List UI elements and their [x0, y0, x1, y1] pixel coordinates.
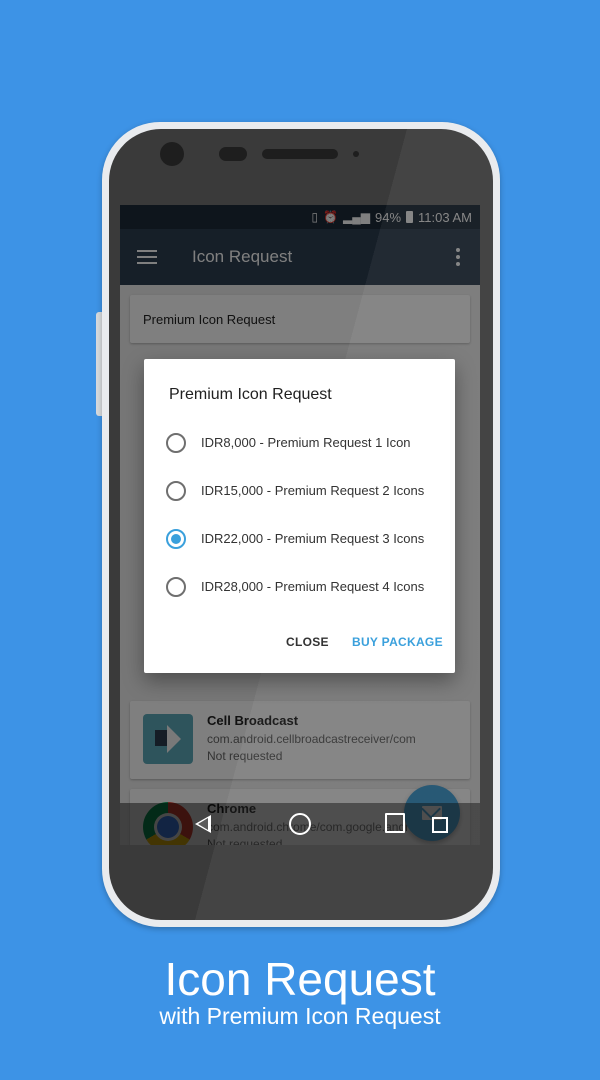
front-camera	[160, 142, 184, 166]
sensor	[219, 147, 247, 161]
option-label: IDR28,000 - Premium Request 4 Icons	[201, 579, 425, 594]
recent-apps-icon[interactable]	[385, 813, 405, 833]
close-button[interactable]: CLOSE	[286, 635, 329, 649]
radio-button[interactable]	[166, 577, 186, 597]
home-icon[interactable]	[289, 813, 311, 835]
navigation-bar	[120, 803, 480, 845]
dialog-title: Premium Icon Request	[169, 386, 332, 403]
premium-request-dialog: Premium Icon Request IDR8,000 - Premium …	[144, 359, 455, 673]
menu-square-icon[interactable]	[432, 817, 448, 833]
proximity-sensor	[353, 151, 359, 157]
option-label: IDR22,000 - Premium Request 3 Icons	[201, 531, 425, 546]
radio-button[interactable]	[166, 481, 186, 501]
caption-subtitle: with Premium Icon Request	[159, 1003, 441, 1029]
option-label: IDR15,000 - Premium Request 2 Icons	[201, 483, 425, 498]
option-4-icons[interactable]: IDR28,000 - Premium Request 4 Icons	[166, 569, 436, 605]
back-icon[interactable]	[195, 815, 211, 833]
radio-button[interactable]	[166, 433, 186, 453]
caption-title: Icon Request	[164, 953, 436, 1005]
radio-button-selected[interactable]	[166, 529, 186, 549]
earpiece	[262, 149, 338, 159]
option-label: IDR8,000 - Premium Request 1 Icon	[201, 435, 411, 450]
option-2-icons[interactable]: IDR15,000 - Premium Request 2 Icons	[166, 473, 436, 509]
option-3-icons[interactable]: IDR22,000 - Premium Request 3 Icons	[166, 521, 436, 557]
option-1-icon[interactable]: IDR8,000 - Premium Request 1 Icon	[166, 425, 436, 461]
buy-package-button[interactable]: BUY PACKAGE	[352, 635, 443, 649]
